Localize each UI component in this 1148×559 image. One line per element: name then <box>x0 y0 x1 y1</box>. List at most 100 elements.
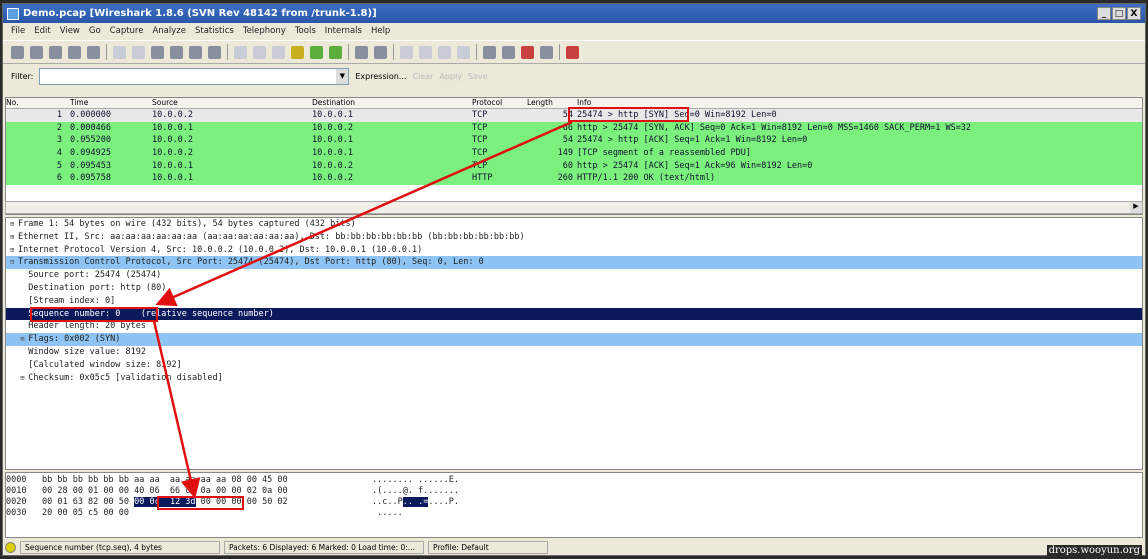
detail-line[interactable]: ⊞ Ethernet II, Src: aa:aa:aa:aa:aa:aa (aa… <box>6 231 1142 244</box>
toolbar-button-icon[interactable] <box>87 45 100 59</box>
expand-icon[interactable]: ⊞ <box>10 231 18 244</box>
menu-file[interactable]: File <box>11 26 25 37</box>
col-protocol[interactable]: Protocol <box>472 98 527 108</box>
toolbar-button-icon[interactable] <box>329 45 342 59</box>
menu-edit[interactable]: Edit <box>34 26 50 37</box>
menu-capture[interactable]: Capture <box>110 26 144 37</box>
packet-length: 260 <box>557 173 573 184</box>
packet-row[interactable]: 6 0.095758 10.0.0.1 10.0.0.2 HTTP 260 HT… <box>6 172 1142 186</box>
menu-analyze[interactable]: Analyze <box>152 26 186 37</box>
toolbar-button-icon[interactable] <box>68 45 81 59</box>
menu-tools[interactable]: Tools <box>295 26 316 37</box>
expression-button[interactable]: Expression... <box>355 72 406 81</box>
toolbar-button-icon[interactable] <box>374 45 387 59</box>
hex-bytes-selected[interactable]: 00 0c 12 3d <box>134 497 196 507</box>
col-destination[interactable]: Destination <box>312 98 472 108</box>
toolbar-button-icon[interactable] <box>566 45 579 59</box>
toolbar-button-icon[interactable] <box>521 45 534 59</box>
menu-internals[interactable]: Internals <box>325 26 362 37</box>
packet-row[interactable]: 1 0.000000 10.0.0.2 10.0.0.1 TCP 54 2547… <box>6 109 1142 122</box>
packet-list-scrollbar[interactable]: ▶ <box>5 201 1143 214</box>
ascii-bytes[interactable]: ..... <box>372 508 403 518</box>
menu-view[interactable]: View <box>60 26 80 37</box>
toolbar-button-icon[interactable] <box>208 45 221 59</box>
clear-button[interactable]: Clear <box>412 72 433 81</box>
packet-no: 4 <box>56 148 62 159</box>
toolbar-button-icon[interactable] <box>132 45 145 59</box>
detail-line[interactable]: ⊟ Transmission Control Protocol, Src Port… <box>6 256 1142 270</box>
detail-line[interactable]: ⊞ Checksum: 0x05c5 [validation disabled] <box>6 372 1142 385</box>
toolbar-button-icon[interactable] <box>49 45 62 59</box>
ascii-bytes[interactable]: ....P. <box>428 497 459 507</box>
hex-bytes[interactable]: 00 28 00 01 00 00 40 06 66 cd 0a 00 00 0… <box>42 486 288 496</box>
close-button[interactable]: X <box>1127 7 1141 20</box>
detail-line[interactable]: Sequence number: 0 (relative sequence nu… <box>6 307 1142 321</box>
packet-destination: 10.0.0.1 <box>312 135 353 146</box>
hex-bytes[interactable]: 20 00 05 c5 00 00 <box>42 508 129 518</box>
toolbar-button-icon[interactable] <box>310 45 323 59</box>
detail-text: Header length: 20 bytes <box>18 321 146 332</box>
packet-row[interactable]: 4 0.094925 10.0.0.2 10.0.0.1 TCP 149 [TC… <box>6 147 1142 160</box>
toolbar-button-icon[interactable] <box>355 45 368 59</box>
menu-go[interactable]: Go <box>89 26 101 37</box>
detail-line[interactable]: Destination port: http (80) <box>6 282 1142 295</box>
packet-row[interactable]: 3 0.055200 10.0.0.2 10.0.0.1 TCP 54 2547… <box>6 134 1142 148</box>
toolbar-button-icon[interactable] <box>189 45 202 59</box>
maximize-button[interactable]: □ <box>1112 7 1126 20</box>
ascii-bytes-selected[interactable]: .. .= <box>402 497 429 507</box>
detail-line[interactable]: ⊞ Internet Protocol Version 4, Src: 10.0.… <box>6 244 1142 257</box>
col-time[interactable]: Time <box>62 98 152 108</box>
hex-row: 0000 bb bb bb bb bb bb aa aa aa aa aa aa… <box>6 475 1142 486</box>
toolbar-button-icon[interactable] <box>502 45 515 59</box>
save-button[interactable]: Save <box>468 72 488 81</box>
expand-icon[interactable]: ⊞ <box>10 218 18 231</box>
ascii-bytes[interactable]: ..c..P <box>372 497 403 507</box>
menu-help[interactable]: Help <box>371 26 390 37</box>
toolbar-button-icon[interactable] <box>400 45 413 59</box>
toolbar-button-icon[interactable] <box>151 45 164 59</box>
toolbar-button-icon[interactable] <box>483 45 496 59</box>
toolbar-button-icon[interactable] <box>113 45 126 59</box>
toolbar-button-icon[interactable] <box>438 45 451 59</box>
hex-bytes[interactable]: bb bb bb bb bb bb aa aa aa aa aa aa 08 0… <box>42 475 288 485</box>
toolbar-button-icon[interactable] <box>457 45 470 59</box>
filter-input[interactable]: ▼ <box>39 67 350 85</box>
scroll-right-arrow[interactable]: ▶ <box>1130 202 1142 213</box>
packet-row[interactable]: 5 0.095453 10.0.0.1 10.0.0.2 TCP 60 http… <box>6 159 1142 173</box>
menu-telephony[interactable]: Telephony <box>243 26 286 37</box>
col-source[interactable]: Source <box>152 98 312 108</box>
toolbar-button-icon[interactable] <box>234 45 247 59</box>
detail-line[interactable]: [Calculated window size: 8192] <box>6 359 1142 372</box>
toolbar-button-icon[interactable] <box>170 45 183 59</box>
filter-dropdown-arrow[interactable]: ▼ <box>336 68 349 84</box>
toolbar-button-icon[interactable] <box>540 45 553 59</box>
hex-bytes[interactable]: 00 00 00 00 50 02 <box>196 497 288 507</box>
detail-line[interactable]: [Stream index: 0] <box>6 295 1142 308</box>
ascii-bytes[interactable]: .(....@. f....... <box>372 486 459 496</box>
packet-no: 2 <box>56 122 62 133</box>
detail-line[interactable]: Window size value: 8192 <box>6 346 1142 359</box>
toolbar-button-icon[interactable] <box>253 45 266 59</box>
toolbar-button-icon[interactable] <box>11 45 24 59</box>
minimize-button[interactable]: _ <box>1097 7 1111 20</box>
apply-button[interactable]: Apply <box>439 72 462 81</box>
detail-line[interactable]: ⊞ Flags: 0x002 (SYN) <box>6 333 1142 346</box>
expert-info-led-icon[interactable] <box>5 542 16 553</box>
col-length[interactable]: Length <box>527 98 577 108</box>
detail-line[interactable]: ⊞ Frame 1: 54 bytes on wire (432 bits), 5… <box>6 218 1142 231</box>
hex-bytes[interactable]: 00 01 63 82 00 50 <box>42 497 134 507</box>
packet-row[interactable]: 2 0.000466 10.0.0.1 10.0.0.2 TCP 66 http… <box>6 121 1142 135</box>
status-profile[interactable]: Profile: Default <box>428 541 548 554</box>
ascii-bytes[interactable]: ........ ......E. <box>372 475 459 485</box>
col-info[interactable]: Info <box>577 98 1142 108</box>
toolbar-button-icon[interactable] <box>419 45 432 59</box>
expand-icon[interactable]: ⊞ <box>10 244 18 257</box>
menu-statistics[interactable]: Statistics <box>195 26 234 37</box>
detail-line[interactable]: Source port: 25474 (25474) <box>6 269 1142 282</box>
col-no[interactable]: No. <box>6 98 62 108</box>
toolbar-button-icon[interactable] <box>30 45 43 59</box>
toolbar-button-icon[interactable] <box>291 45 304 59</box>
detail-line[interactable]: Header length: 20 bytes <box>6 320 1142 333</box>
collapse-icon[interactable]: ⊟ <box>10 256 18 269</box>
toolbar-button-icon[interactable] <box>272 45 285 59</box>
